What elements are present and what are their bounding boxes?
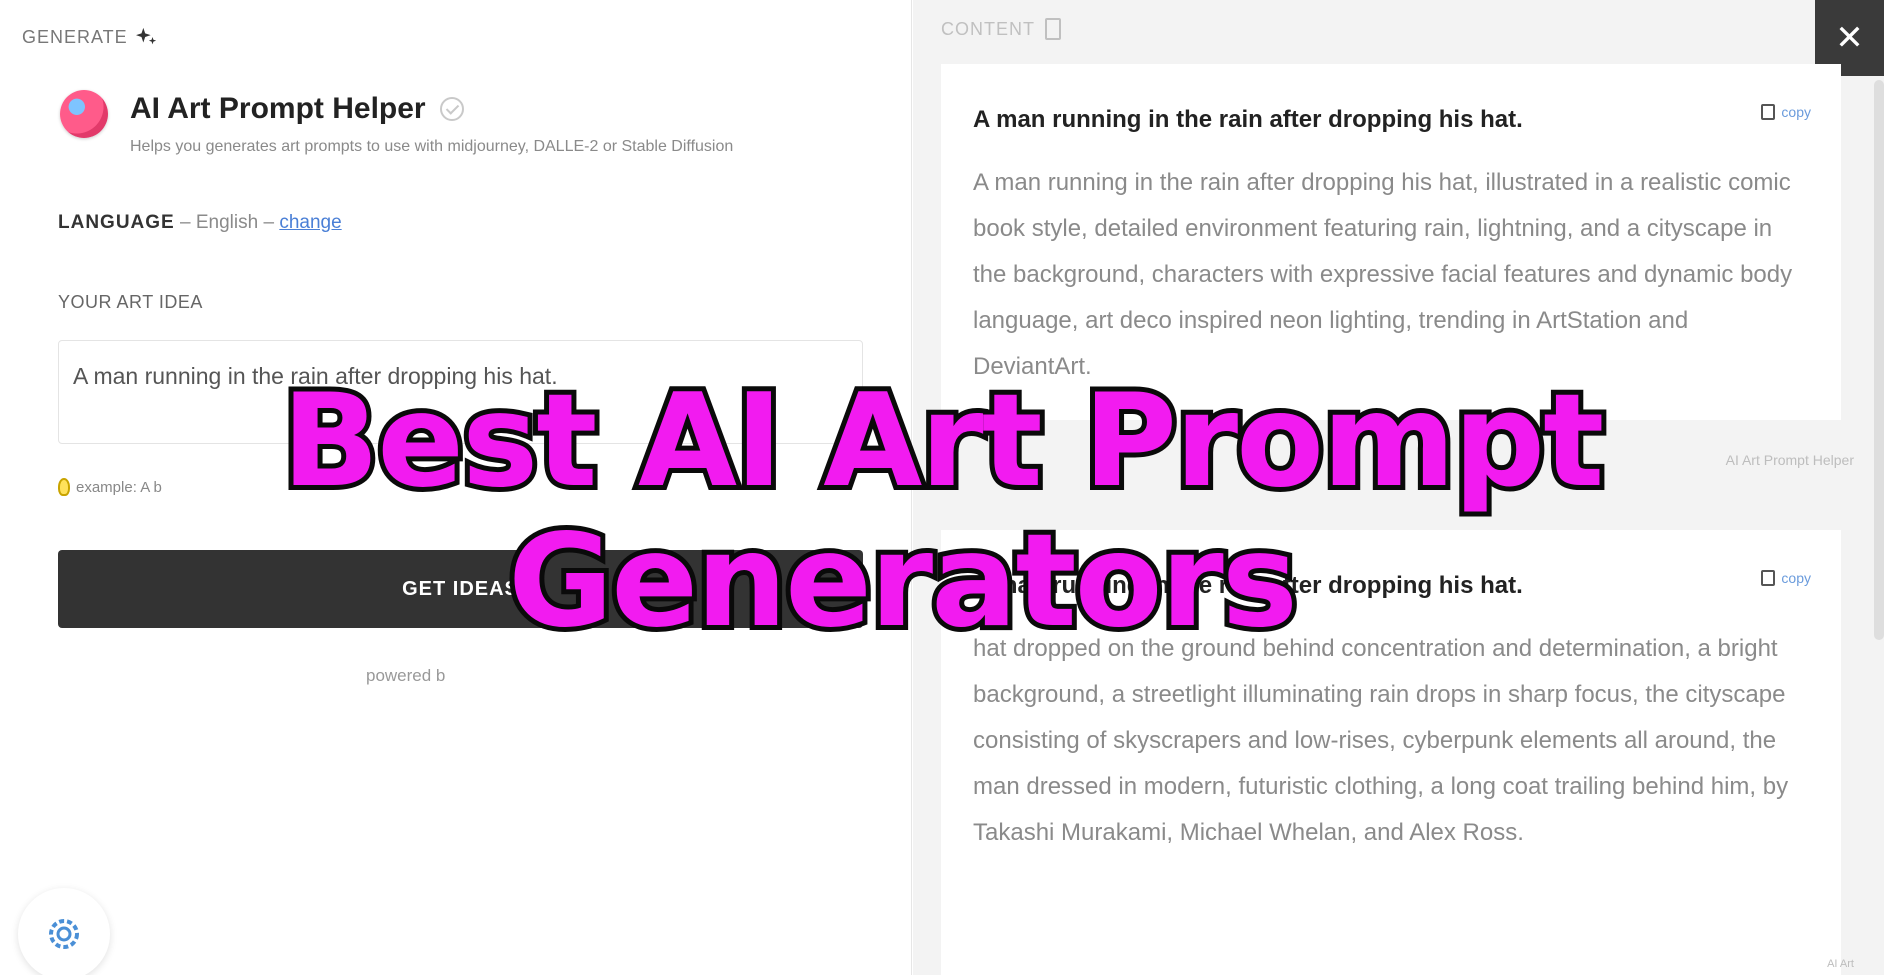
app-title-text: AI Art Prompt Helper	[130, 92, 426, 125]
document-icon	[1045, 18, 1061, 40]
copy-icon	[1761, 104, 1776, 120]
content-section-label: CONTENT	[941, 18, 1061, 40]
get-ideas-button[interactable]: GET IDEAS	[58, 550, 863, 628]
powered-by-text: powered b	[366, 666, 446, 685]
sparkle-icon	[135, 27, 156, 45]
card-footer: AI Art Prompt Helper	[1725, 452, 1854, 468]
copy-icon	[1761, 570, 1776, 586]
change-language-link[interactable]: change	[279, 212, 341, 233]
result-body: A man running in the rain after dropping…	[973, 169, 1793, 380]
gear-icon	[49, 919, 79, 949]
content-panel: CONTENT ✕ A man running in the rain afte…	[913, 0, 1884, 975]
language-separator: –	[174, 212, 196, 233]
copy-button[interactable]: copy	[1761, 104, 1811, 120]
art-idea-label: YOUR ART IDEA	[58, 292, 203, 312]
result-body: hat dropped on the ground behind concent…	[973, 635, 1789, 846]
generate-section-label: GENERATE	[22, 26, 158, 48]
copy-button[interactable]: copy	[1761, 570, 1811, 586]
language-separator-2: –	[258, 212, 280, 233]
result-card-2: A man running in the rain after dropping…	[941, 530, 1841, 975]
example-text: example: A b	[76, 478, 162, 496]
language-row: LANGUAGE – English – change	[58, 212, 342, 234]
copy-label: copy	[1781, 104, 1811, 120]
card-footer-2: AI Art	[1827, 958, 1854, 970]
app-title: AI Art Prompt Helper	[130, 92, 464, 126]
example-hint: example: A b	[58, 478, 162, 496]
result-title: A man running in the rain after dropping…	[973, 572, 1523, 599]
language-key: LANGUAGE	[58, 212, 175, 233]
result-card-1: A man running in the rain after dropping…	[941, 64, 1841, 420]
language-value: English	[195, 212, 259, 233]
copy-label: copy	[1781, 570, 1811, 586]
app-logo	[60, 90, 108, 138]
result-title: A man running in the rain after dropping…	[973, 106, 1523, 133]
lightbulb-icon	[58, 478, 70, 496]
scrollbar[interactable]	[1874, 80, 1884, 640]
art-idea-input[interactable]: A man running in the rain after dropping…	[58, 340, 863, 444]
app-subtitle: Helps you generates art prompts to use w…	[130, 138, 734, 155]
generate-panel: GENERATE AI Art Prompt Helper Helps you …	[0, 0, 912, 975]
verified-icon	[439, 97, 464, 121]
content-label-text: CONTENT	[941, 18, 1035, 39]
generate-label-text: GENERATE	[22, 26, 128, 47]
settings-button[interactable]	[18, 888, 110, 975]
